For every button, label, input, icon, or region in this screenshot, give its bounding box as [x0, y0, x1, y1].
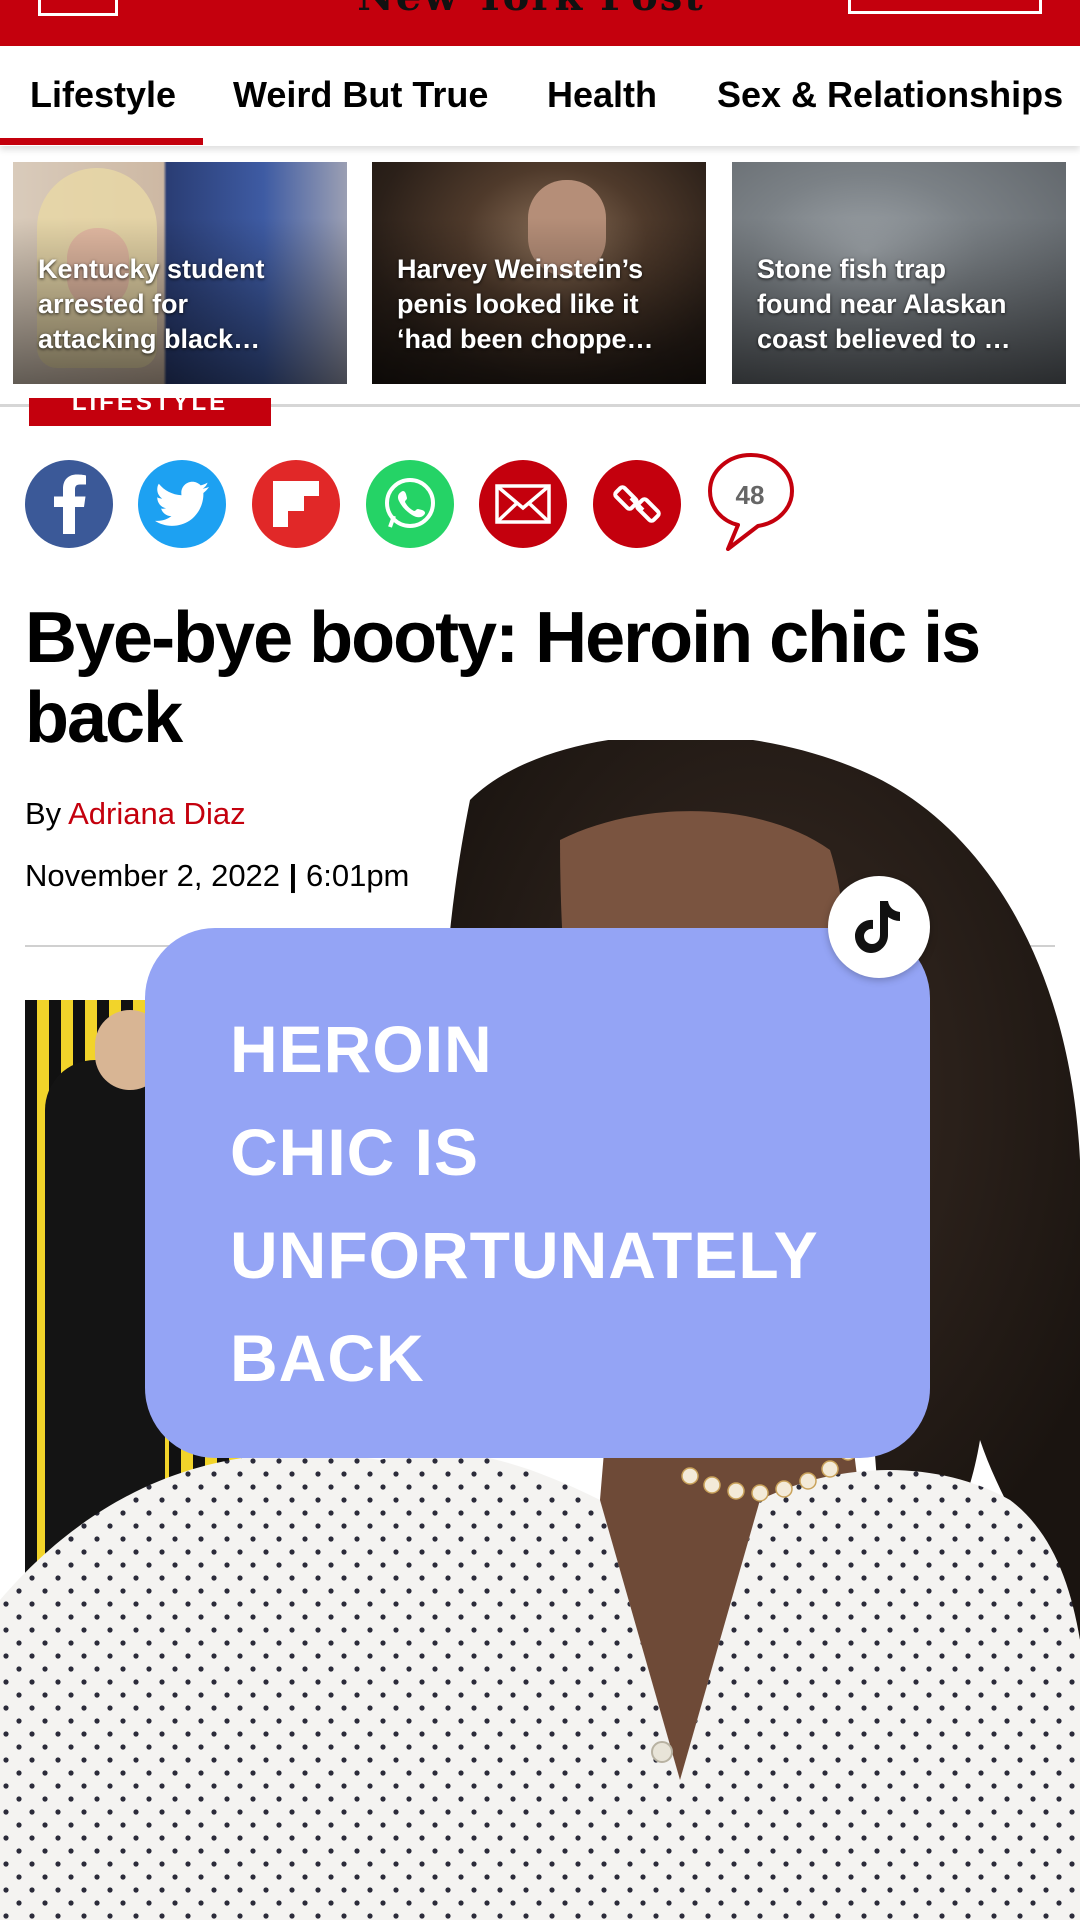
tab-lifestyle[interactable]: Lifestyle: [30, 74, 176, 116]
story-caption: Stone fish trap found near Alaskan coast…: [757, 254, 1011, 354]
section-nav: Lifestyle Weird But True Health Sex & Re…: [0, 46, 1080, 146]
twitter-icon: [155, 481, 209, 526]
site-logo[interactable]: New York Post: [286, 0, 776, 14]
whatsapp-share-button[interactable]: [366, 460, 454, 548]
facebook-icon: [54, 474, 86, 534]
publish-date: November 2, 2022: [25, 858, 281, 893]
site-header: New York Post: [0, 0, 1080, 46]
story-caption: Harvey Weinstein’s penis looked like it …: [397, 254, 654, 354]
story-card[interactable]: Harvey Weinstein’s penis looked like it …: [372, 162, 706, 384]
section-label[interactable]: LIFESTYLE: [29, 398, 271, 426]
tiktok-icon: [828, 876, 930, 978]
tab-weird-but-true[interactable]: Weird But True: [233, 74, 488, 116]
active-tab-indicator: [0, 138, 203, 145]
overlay-text: HEROIN CHIC IS UNFORTUNATELY BACK: [230, 1012, 819, 1395]
story-card[interactable]: Stone fish trap found near Alaskan coast…: [732, 162, 1066, 384]
image-caption: ging: [225, 1808, 282, 1841]
comment-count: 48: [735, 480, 765, 510]
story-carousel: Kentucky student arrested for attacking …: [0, 162, 1080, 384]
email-icon: [495, 484, 551, 524]
whatsapp-icon: [385, 478, 435, 528]
dateline: November 2, 2022 | 6:01pm: [25, 858, 409, 894]
flipboard-icon: [273, 481, 319, 527]
email-share-button[interactable]: [479, 460, 567, 548]
up-arrow-icon: [179, 1888, 227, 1914]
tab-health[interactable]: Health: [547, 74, 657, 116]
byline-prefix: By: [25, 796, 62, 831]
twitter-share-button[interactable]: [138, 460, 226, 548]
flipboard-share-button[interactable]: [252, 460, 340, 548]
comments-button[interactable]: 48: [706, 452, 796, 556]
tab-sex-relationships[interactable]: Sex & Relationships: [717, 74, 1063, 116]
copy-link-button[interactable]: [593, 460, 681, 548]
publish-time: 6:01pm: [305, 858, 410, 893]
author-link[interactable]: Adriana Diaz: [68, 796, 245, 831]
link-icon: [613, 485, 661, 523]
story-caption: Kentucky student arrested for attacking …: [38, 254, 265, 354]
overlay-text-card: HEROIN CHIC IS UNFORTUNATELY BACK: [145, 928, 930, 1458]
article-headline: Bye-bye booty: Heroin chic is back: [25, 598, 981, 758]
facebook-share-button[interactable]: [25, 460, 113, 548]
byline: By Adriana Diaz: [25, 796, 246, 832]
date-separator: |: [288, 858, 298, 893]
story-card[interactable]: Kentucky student arrested for attacking …: [13, 162, 347, 384]
subscribe-button[interactable]: [848, 0, 1042, 14]
share-sheet-button[interactable]: Se: [137, 1872, 377, 1920]
menu-button[interactable]: [38, 0, 118, 16]
